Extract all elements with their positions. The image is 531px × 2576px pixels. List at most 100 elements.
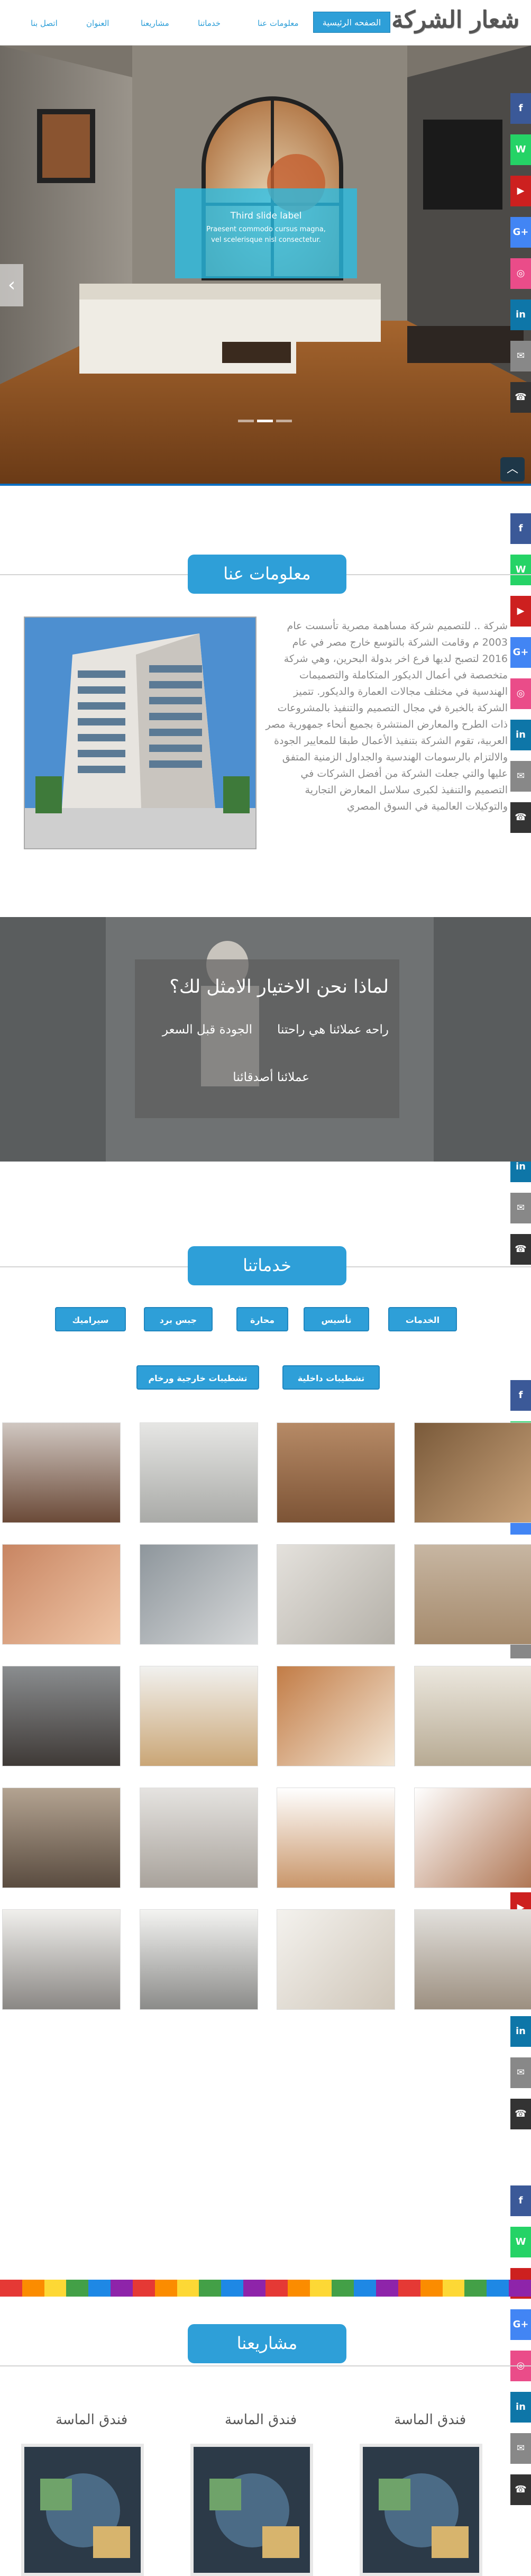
why-us-box: لماذا نحن الاختيار الامثل لك؟ راحه عملائ… (135, 959, 399, 1118)
filter-foundation-button[interactable]: تأسيس (304, 1307, 369, 1331)
gallery-item[interactable] (414, 1666, 531, 1766)
email-icon[interactable]: ✉ (510, 2433, 531, 2464)
color-strip-segment (376, 2280, 398, 2297)
whatsapp-icon[interactable]: W (510, 2227, 531, 2257)
phone-icon[interactable]: ☎ (510, 382, 531, 413)
gallery-item[interactable] (2, 1544, 121, 1645)
nav-contact[interactable]: اتصل بنا (31, 19, 58, 28)
color-strip-segment (420, 2280, 443, 2297)
gallery-item[interactable] (2, 1909, 121, 2010)
filter-ceramic-button[interactable]: سيراميك (55, 1307, 126, 1331)
site-logo[interactable]: شعار الشركة (391, 6, 519, 33)
color-strip-segment (354, 2280, 377, 2297)
color-strip-segment (243, 2280, 266, 2297)
navbar: شعار الشركة الصفحه الرئيسية معلومات عنا … (0, 0, 531, 46)
color-strip-segment (309, 2280, 332, 2297)
gallery-item[interactable] (414, 1544, 531, 1645)
gallery-item[interactable] (414, 1909, 531, 2010)
project-caption[interactable]: فندق الماسة (56, 2412, 127, 2428)
carousel-caption: Third slide label Praesent commodo cursu… (175, 188, 357, 278)
phone-icon[interactable]: ☎ (510, 802, 531, 833)
gallery-item[interactable] (277, 1666, 395, 1766)
project-caption[interactable]: فندق الماسة (225, 2412, 297, 2428)
filter-exterior-button[interactable]: تشطيبات خارجية ورخام (136, 1365, 259, 1390)
nav-about[interactable]: معلومات عنا (258, 19, 299, 28)
nav-services[interactable]: خدماتنا (198, 19, 221, 28)
carousel-indicator[interactable] (257, 420, 273, 422)
linkedin-icon[interactable]: in (510, 720, 531, 750)
color-strip-segment (221, 2280, 244, 2297)
color-strip-segment (464, 2280, 487, 2297)
carousel-indicator[interactable] (276, 420, 292, 422)
carousel-prev-arrow-icon[interactable]: ‹ (0, 264, 23, 306)
project-card[interactable] (190, 2444, 313, 2576)
why-us-section: لماذا نحن الاختيار الامثل لك؟ راحه عملائ… (0, 917, 531, 1162)
social-bar: fW ▶ G+ ◎ in ✉ ☎ (510, 93, 531, 423)
services-title: خدماتنا (188, 1246, 346, 1285)
color-strip-segment (154, 2280, 177, 2297)
facebook-icon[interactable]: f (510, 1380, 531, 1411)
linkedin-icon[interactable]: in (510, 2392, 531, 2423)
gallery-item[interactable] (277, 1788, 395, 1888)
email-icon[interactable]: ✉ (510, 1193, 531, 1223)
gallery-item[interactable] (414, 1422, 531, 1523)
filter-all-button[interactable]: الخدمات (388, 1307, 457, 1331)
google-plus-icon[interactable]: G+ (510, 637, 531, 668)
carousel-indicators (238, 420, 292, 422)
gallery-item[interactable] (140, 1544, 258, 1645)
whatsapp-icon[interactable]: W (510, 555, 531, 585)
linkedin-icon[interactable]: in (510, 2016, 531, 2047)
google-plus-icon[interactable]: G+ (510, 2309, 531, 2340)
about-title: معلومات عنا (188, 555, 346, 594)
filter-plaster-button[interactable]: محارة (236, 1307, 288, 1331)
email-icon[interactable]: ✉ (510, 341, 531, 371)
gallery-item[interactable] (2, 1788, 121, 1888)
filter-gypsum-button[interactable]: جبس برد (144, 1307, 213, 1331)
gallery-item[interactable] (140, 1666, 258, 1766)
color-strip-segment (132, 2280, 155, 2297)
project-caption[interactable]: فندق الماسة (394, 2412, 466, 2428)
color-strip-segment (177, 2280, 199, 2297)
gallery-item[interactable] (2, 1666, 121, 1766)
project-card[interactable] (360, 2444, 482, 2576)
gallery-item[interactable] (140, 1788, 258, 1888)
nav-home[interactable]: الصفحه الرئيسية (313, 12, 390, 33)
facebook-icon[interactable]: f (510, 2185, 531, 2216)
whatsapp-icon[interactable]: W (510, 134, 531, 165)
carousel-indicator[interactable] (238, 420, 254, 422)
color-strip-segment (509, 2280, 531, 2297)
gallery-item[interactable] (140, 1909, 258, 2010)
color-strip-segment (0, 2280, 22, 2297)
instagram-icon[interactable]: ◎ (510, 678, 531, 709)
project-card[interactable] (21, 2444, 144, 2576)
youtube-icon[interactable]: ▶ (510, 596, 531, 627)
color-strip-segment (332, 2280, 354, 2297)
scroll-up-icon[interactable]: ︿ (500, 457, 525, 482)
gallery-item[interactable] (277, 1909, 395, 2010)
gallery-item[interactable] (140, 1422, 258, 1523)
caption-title: Third slide label (230, 211, 302, 221)
about-text: شركة .. للتصميم شركة مساهمة مصرية تأسست … (266, 620, 508, 812)
gallery-item[interactable] (277, 1422, 395, 1523)
facebook-icon[interactable]: f (510, 93, 531, 124)
nav-projects[interactable]: مشاريعنا (141, 19, 169, 28)
email-icon[interactable]: ✉ (510, 761, 531, 792)
gallery-item[interactable] (414, 1788, 531, 1888)
why-point: عملائنا أصدقائنا (233, 1071, 309, 1084)
phone-icon[interactable]: ☎ (510, 2099, 531, 2129)
gallery-item[interactable] (2, 1422, 121, 1523)
google-plus-icon[interactable]: G+ (510, 217, 531, 248)
nav-address[interactable]: العنوان (86, 19, 109, 28)
phone-icon[interactable]: ☎ (510, 1234, 531, 1265)
email-icon[interactable]: ✉ (510, 2057, 531, 2088)
phone-icon[interactable]: ☎ (510, 2474, 531, 2505)
color-strip-segment (398, 2280, 420, 2297)
facebook-icon[interactable]: f (510, 513, 531, 544)
instagram-icon[interactable]: ◎ (510, 258, 531, 289)
youtube-icon[interactable]: ▶ (510, 176, 531, 206)
linkedin-icon[interactable]: in (510, 300, 531, 330)
color-strip (0, 2280, 531, 2297)
gallery-item[interactable] (277, 1544, 395, 1645)
color-strip-segment (88, 2280, 111, 2297)
filter-interior-button[interactable]: تشطيبات داخلية (282, 1365, 380, 1390)
